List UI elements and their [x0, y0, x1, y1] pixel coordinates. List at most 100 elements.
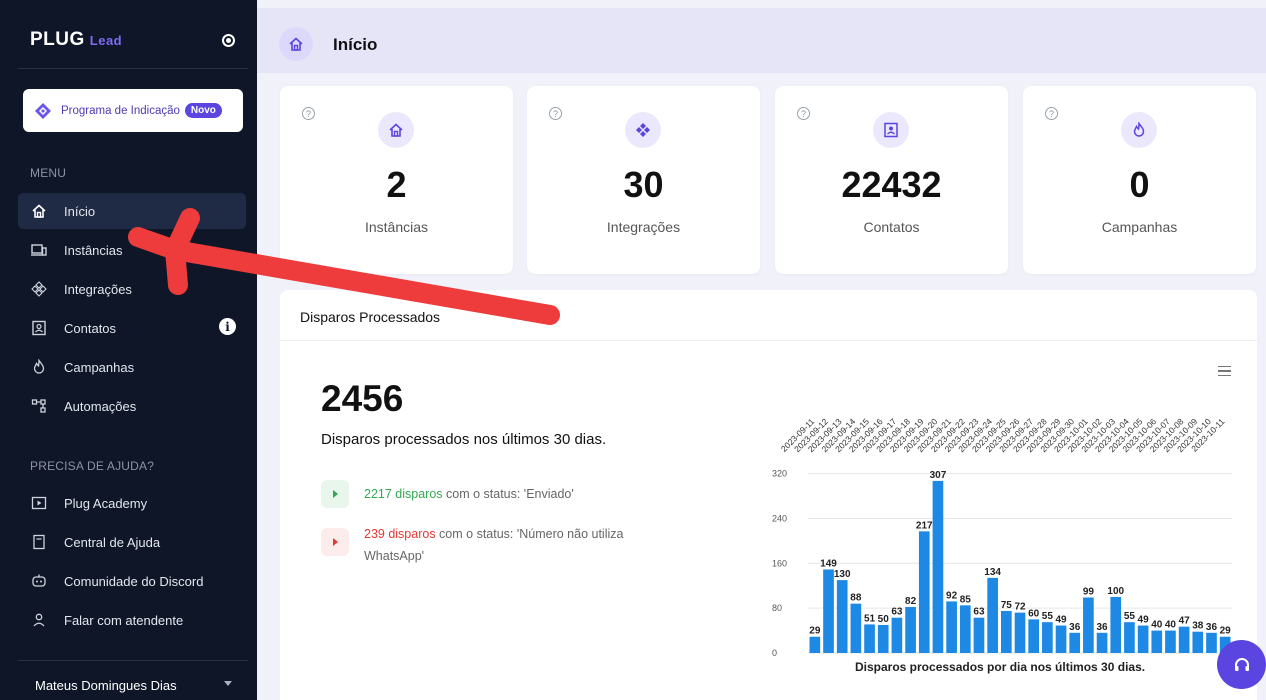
- chart-bar[interactable]: [1083, 597, 1094, 654]
- sidebar-item-inicio[interactable]: Início: [18, 193, 246, 229]
- sidebar: PLUG Lead Programa de Indicação Novo MEN…: [0, 0, 257, 700]
- contacts-icon: [30, 319, 48, 337]
- sent-count: 2217 disparos: [364, 487, 443, 501]
- chart-bar[interactable]: [1206, 632, 1217, 653]
- page-title: Início: [333, 35, 378, 54]
- y-tick-label: 160: [772, 558, 787, 568]
- sidebar-item-label: Comunidade do Discord: [64, 573, 204, 589]
- page-header: Início: [257, 8, 1266, 73]
- bar-data-label: 149: [820, 558, 837, 569]
- stat-value: 30: [623, 164, 664, 205]
- home-icon: [279, 27, 313, 61]
- sidebar-toggle-icon[interactable]: [222, 34, 235, 47]
- chart-bar[interactable]: [973, 617, 985, 653]
- stat-card-instancias: ? 2 Instâncias: [280, 86, 513, 274]
- y-tick-label: 240: [772, 513, 787, 523]
- chart-bar[interactable]: [1000, 610, 1012, 653]
- caret-right-icon[interactable]: [321, 480, 349, 508]
- chart-bar[interactable]: [836, 580, 848, 653]
- chart-bar[interactable]: [809, 636, 821, 653]
- chart-bar[interactable]: [823, 569, 834, 653]
- bar-data-label: 36: [1206, 622, 1218, 633]
- chart-bar[interactable]: [1096, 632, 1108, 653]
- chart-bar[interactable]: [1124, 622, 1135, 653]
- sidebar-item-automacoes[interactable]: Automações: [18, 388, 246, 424]
- help-icon[interactable]: ?: [1045, 107, 1058, 120]
- chart-bar[interactable]: [1028, 619, 1040, 653]
- help-icon[interactable]: ?: [302, 107, 315, 120]
- bar-data-label: 55: [1124, 611, 1136, 622]
- brand-logo[interactable]: PLUG Lead: [30, 29, 122, 53]
- chart-bar[interactable]: [1178, 626, 1190, 653]
- chart-bar[interactable]: [946, 601, 957, 653]
- bar-data-label: 63: [973, 607, 985, 618]
- y-tick-label: 0: [772, 648, 777, 658]
- chart-bar[interactable]: [850, 603, 862, 653]
- chevron-down-icon[interactable]: [224, 681, 232, 686]
- book-icon: [30, 533, 48, 551]
- bar-data-label: 36: [1097, 622, 1109, 633]
- chart-bar[interactable]: [932, 480, 944, 653]
- chart-bar[interactable]: [959, 605, 971, 653]
- support-chat-button[interactable]: [1217, 640, 1266, 689]
- stat-label: Instâncias: [364, 219, 429, 235]
- panel-title: Disparos Processados: [300, 309, 441, 325]
- referral-label: Programa de Indicação: [61, 104, 180, 117]
- chart-bar[interactable]: [1110, 596, 1122, 653]
- chart-bar[interactable]: [1014, 612, 1026, 653]
- chart-bar[interactable]: [905, 607, 916, 653]
- chart-bar[interactable]: [1055, 625, 1067, 653]
- bar-data-label: 47: [1179, 616, 1191, 627]
- sidebar-item-falar-atendente[interactable]: Falar com atendente: [18, 602, 246, 638]
- y-tick-label: 320: [772, 469, 787, 479]
- sidebar-item-integracoes[interactable]: Integrações: [18, 271, 246, 307]
- caret-right-icon[interactable]: [321, 528, 349, 556]
- brand-suffix: Lead: [89, 33, 123, 48]
- flame-icon: [30, 358, 48, 376]
- user-menu[interactable]: Mateus Domingues Dias: [18, 670, 246, 700]
- chart-bar[interactable]: [891, 617, 903, 653]
- sidebar-item-discord[interactable]: Comunidade do Discord: [18, 563, 246, 599]
- bar-data-label: 63: [891, 607, 903, 618]
- chart-bar[interactable]: [877, 624, 889, 653]
- failed-count: 239 disparos: [364, 527, 436, 541]
- integrations-icon: [30, 280, 48, 298]
- bar-data-label: 82: [905, 596, 917, 607]
- sidebar-item-instancias[interactable]: Instâncias: [18, 232, 246, 268]
- home-icon: [30, 202, 48, 220]
- sidebar-item-contatos[interactable]: Contatos i: [18, 310, 246, 346]
- help-icon[interactable]: ?: [797, 107, 810, 120]
- bar-data-label: 40: [1151, 620, 1163, 631]
- stat-value: 22432: [841, 164, 942, 205]
- automation-icon: [30, 397, 48, 415]
- user-divider: [18, 660, 248, 661]
- bar-data-label: 130: [834, 569, 851, 580]
- chart-bar[interactable]: [1137, 625, 1149, 653]
- chart-bar[interactable]: [918, 531, 930, 653]
- chart-bar[interactable]: [1165, 630, 1176, 653]
- handshake-icon: [33, 101, 53, 121]
- chart-bar[interactable]: [1042, 622, 1053, 653]
- chart-bar[interactable]: [1192, 631, 1204, 653]
- help-icon[interactable]: ?: [549, 107, 562, 120]
- sidebar-item-central-ajuda[interactable]: Central de Ajuda: [18, 524, 246, 560]
- sidebar-item-plug-academy[interactable]: Plug Academy: [18, 485, 246, 521]
- chart-bar[interactable]: [1151, 630, 1163, 653]
- bar-data-label: 29: [809, 626, 821, 637]
- referral-program-button[interactable]: Programa de Indicação Novo: [23, 89, 243, 132]
- bar-data-label: 100: [1107, 586, 1124, 597]
- sidebar-item-campanhas[interactable]: Campanhas: [18, 349, 246, 385]
- user-name: Mateus Domingues Dias: [35, 677, 177, 693]
- menu-icon[interactable]: [1218, 366, 1231, 376]
- bar-data-label: 60: [1028, 608, 1040, 619]
- chart-bar[interactable]: [864, 624, 875, 653]
- stat-card-integracoes: ? 30 Integrações: [527, 86, 760, 274]
- sidebar-item-label: Automações: [64, 398, 137, 414]
- bar-data-label: 99: [1083, 587, 1095, 598]
- chart-bar[interactable]: [1069, 632, 1081, 653]
- chart-bar[interactable]: [987, 577, 998, 653]
- info-icon[interactable]: i: [219, 318, 236, 335]
- bar-data-label: 36: [1069, 622, 1081, 633]
- stat-label: Campanhas: [1101, 219, 1178, 235]
- bar-data-label: 217: [916, 520, 933, 531]
